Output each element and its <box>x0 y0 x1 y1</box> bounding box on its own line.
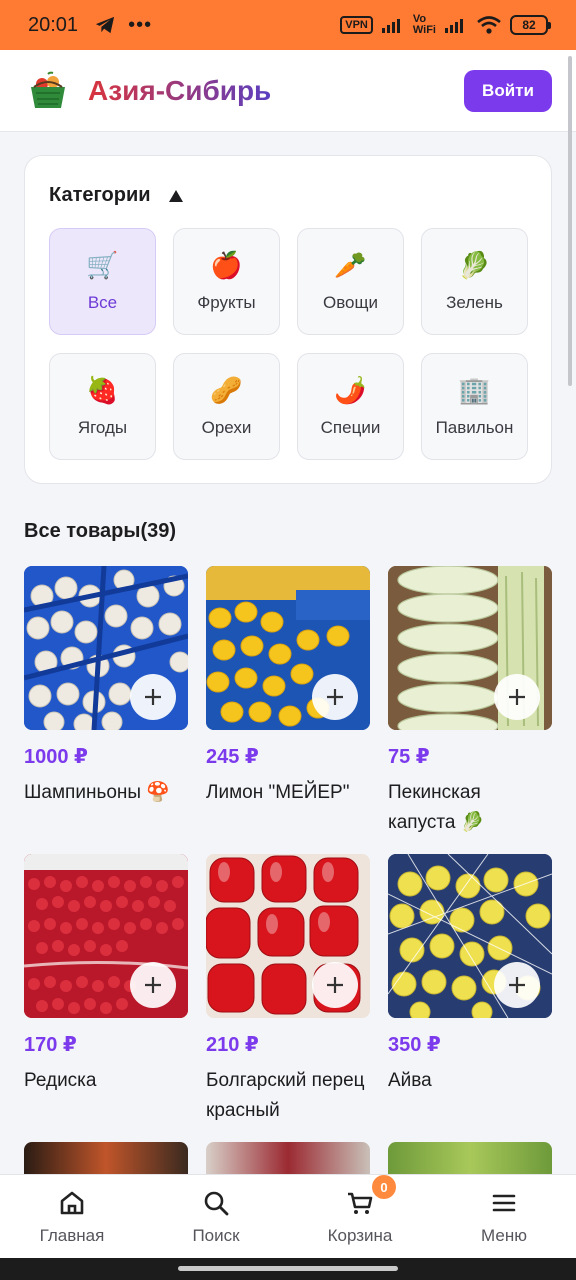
categories-toggle[interactable]: Категории <box>49 184 183 207</box>
status-time: 20:01 <box>28 13 79 36</box>
product-card[interactable]: 75 ₽ Пекинская капуста 🥬 <box>388 566 552 854</box>
product-price: 170 ₽ <box>24 1034 77 1056</box>
wifi-icon <box>477 16 501 34</box>
products-grid: 1000 ₽ Шампиньоны 🍄 245 ₽ Лимон "МЕЙЕР" <box>24 566 552 1142</box>
add-to-cart-button[interactable] <box>312 674 358 720</box>
category-vegetables[interactable]: 🥕 Овощи <box>297 228 404 335</box>
brand-title[interactable]: Азия-Сибирь <box>88 75 271 107</box>
nav-cart[interactable]: 0 Корзина <box>288 1175 432 1258</box>
search-icon <box>204 1191 229 1215</box>
plus-icon <box>145 689 161 705</box>
system-navigation-bar <box>0 1258 576 1280</box>
pepper-emoji-icon: 🌶️ <box>334 375 367 406</box>
category-berries[interactable]: 🍓 Ягоды <box>49 353 156 460</box>
signal-icon-2 <box>445 19 463 33</box>
product-card[interactable]: 245 ₽ Лимон "МЕЙЕР" <box>206 566 370 854</box>
product-name[interactable]: Болгарский перец красный <box>206 1066 370 1126</box>
nav-home[interactable]: Главная <box>0 1175 144 1258</box>
vowifi-indicator: Vo WiFi <box>413 14 436 36</box>
cart-icon <box>348 1192 373 1214</box>
vowifi-bottom: WiFi <box>412 24 436 36</box>
nav-search[interactable]: Поиск <box>144 1175 288 1258</box>
category-label: Фрукты <box>197 292 256 312</box>
login-button[interactable]: Войти <box>464 69 552 112</box>
cart-count-badge: 0 <box>372 1175 396 1199</box>
product-name[interactable]: Лимон "МЕЙЕР" <box>206 778 370 808</box>
add-to-cart-button[interactable] <box>494 962 540 1008</box>
scrollbar[interactable] <box>568 56 572 386</box>
plus-icon <box>145 977 161 993</box>
product-price: 75 ₽ <box>388 746 430 768</box>
category-label: Ягоды <box>77 417 128 437</box>
add-to-cart-button[interactable] <box>494 674 540 720</box>
telegram-icon <box>95 16 115 34</box>
cart-emoji-icon: 🛒 <box>86 250 119 281</box>
strawberry-emoji-icon: 🍓 <box>86 375 119 406</box>
basket-logo-icon <box>31 71 65 108</box>
product-name[interactable]: Айва <box>388 1066 552 1096</box>
category-label: Павильон <box>435 417 514 437</box>
peanut-emoji-icon: 🥜 <box>210 375 243 406</box>
category-label: Специи <box>320 417 381 437</box>
nav-menu-label: Меню <box>481 1225 527 1245</box>
product-card[interactable]: 170 ₽ Редиска <box>24 854 188 1142</box>
app-header: Азия-Сибирь Войти <box>0 50 576 132</box>
battery-indicator: 82 <box>510 15 551 35</box>
products-title: Все товары(39) <box>24 520 177 542</box>
category-fruits[interactable]: 🍎 Фрукты <box>173 228 280 335</box>
status-bar: 20:01 ••• VPN Vo WiFi 82 <box>0 0 576 50</box>
category-label: Овощи <box>322 292 378 312</box>
hamburger-menu-icon <box>492 1194 516 1211</box>
nav-cart-label: Корзина <box>327 1225 393 1245</box>
product-name[interactable]: Шампиньоны 🍄 <box>24 778 188 808</box>
categories-grid: 🛒 Все 🍎 Фрукты 🥕 Овощи 🥬 Зелень 🍓 Ягоды 🥜 Орех… <box>49 228 528 460</box>
plus-icon <box>509 977 525 993</box>
add-to-cart-button[interactable] <box>130 962 176 1008</box>
product-price: 210 ₽ <box>206 1034 259 1056</box>
plus-icon <box>327 977 343 993</box>
more-notifications-icon: ••• <box>128 14 153 36</box>
product-card[interactable]: 350 ₽ Айва <box>388 854 552 1142</box>
category-greens[interactable]: 🥬 Зелень <box>421 228 528 335</box>
signal-icon <box>381 19 400 33</box>
add-to-cart-button[interactable] <box>130 674 176 720</box>
categories-card: Категории 🛒 Все 🍎 Фрукты 🥕 Овощи 🥬 Зелень 🍓 Я… <box>24 155 552 484</box>
vpn-indicator: VPN <box>340 16 373 34</box>
carrot-emoji-icon: 🥕 <box>334 250 367 281</box>
building-emoji-icon: 🏢 <box>458 375 491 406</box>
product-card[interactable]: 210 ₽ Болгарский перец красный <box>206 854 370 1142</box>
category-all[interactable]: 🛒 Все <box>49 228 156 335</box>
nav-home-label: Главная <box>39 1225 105 1245</box>
category-label: Все <box>87 292 118 312</box>
bottom-navigation: Главная Поиск 0 Корзина Меню <box>0 1174 576 1258</box>
plus-icon <box>509 689 525 705</box>
product-name[interactable]: Редиска <box>24 1066 188 1096</box>
product-price: 245 ₽ <box>206 746 259 768</box>
category-nuts[interactable]: 🥜 Орехи <box>173 353 280 460</box>
plus-icon <box>327 689 343 705</box>
home-gesture-pill[interactable] <box>178 1266 398 1271</box>
nav-search-label: Поиск <box>192 1225 240 1245</box>
caret-up-icon <box>168 189 183 202</box>
category-label: Орехи <box>201 417 252 437</box>
home-icon <box>60 1191 84 1214</box>
apple-emoji-icon: 🍎 <box>210 250 243 281</box>
product-price: 1000 ₽ <box>24 746 88 768</box>
categories-title: Категории <box>49 184 151 206</box>
product-name[interactable]: Пекинская капуста 🥬 <box>388 778 552 838</box>
product-card[interactable]: 1000 ₽ Шампиньоны 🍄 <box>24 566 188 854</box>
product-price: 350 ₽ <box>388 1034 441 1056</box>
add-to-cart-button[interactable] <box>312 962 358 1008</box>
leafy-green-emoji-icon: 🥬 <box>458 250 491 281</box>
category-pavilion[interactable]: 🏢 Павильон <box>421 353 528 460</box>
category-spices[interactable]: 🌶️ Специи <box>297 353 404 460</box>
nav-menu[interactable]: Меню <box>432 1175 576 1258</box>
category-label: Зелень <box>446 292 503 312</box>
